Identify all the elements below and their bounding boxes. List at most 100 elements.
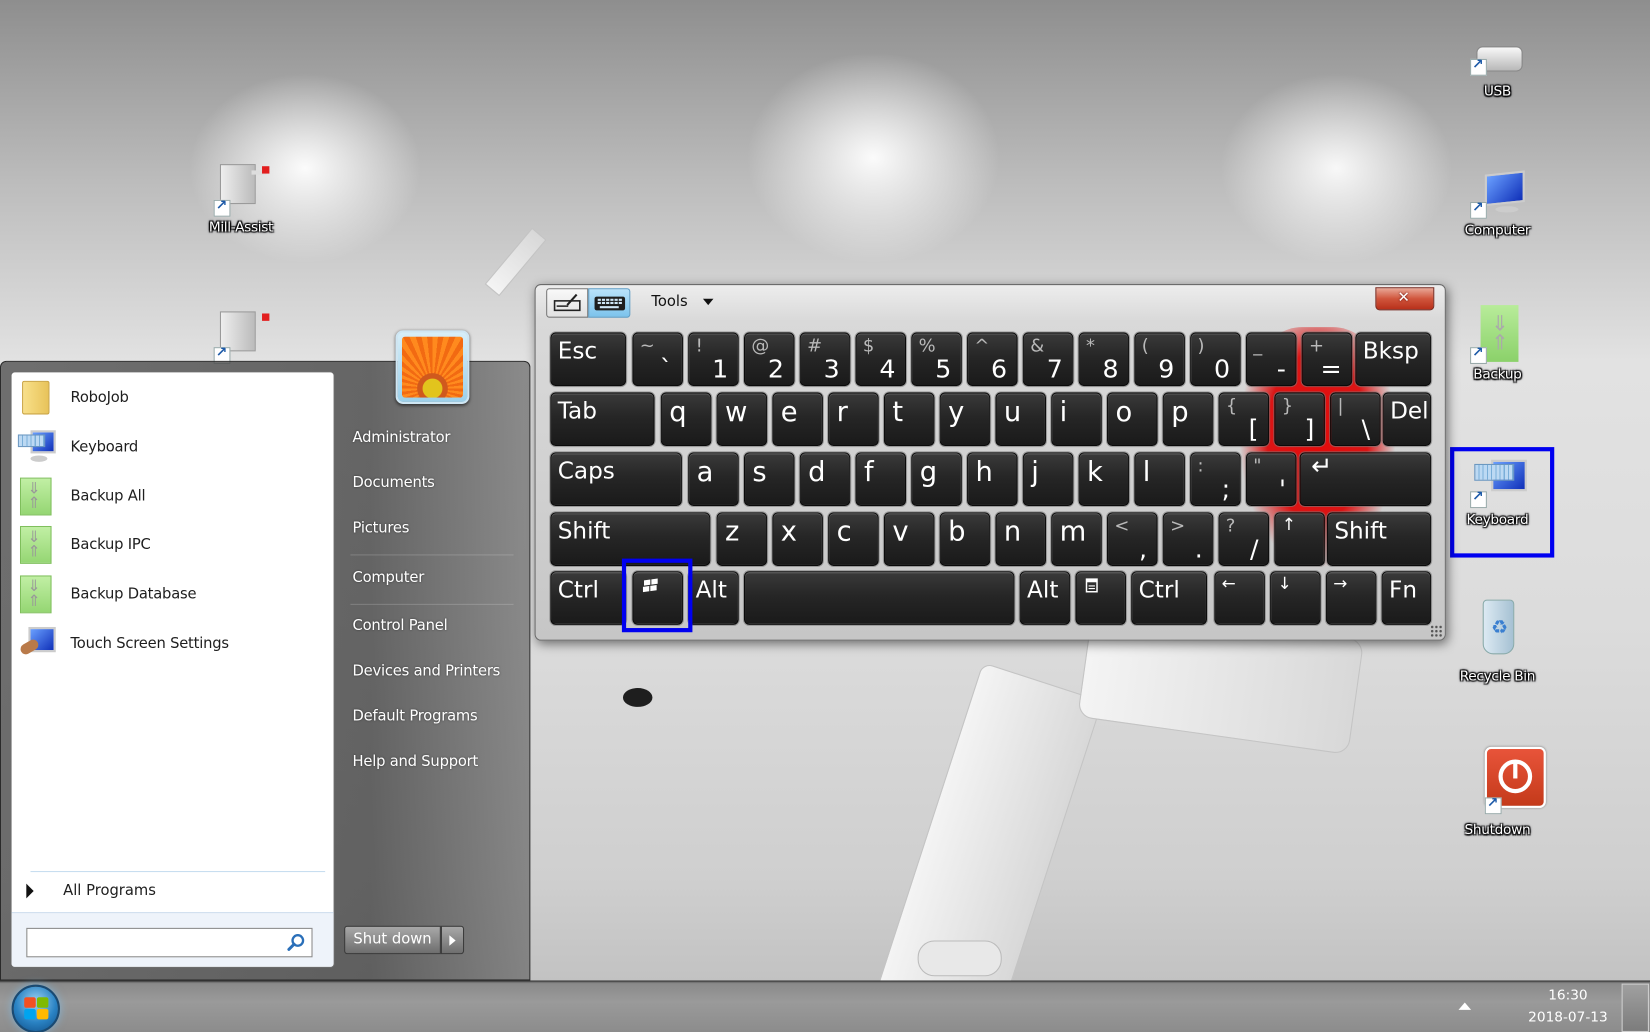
show-desktop-button[interactable]	[1621, 983, 1649, 1032]
key-z[interactable]: z	[716, 512, 768, 566]
key-1[interactable]: ! 1	[688, 332, 739, 387]
key-i[interactable]: i	[1051, 392, 1102, 447]
key-q[interactable]: q	[660, 392, 712, 447]
key-ctrl[interactable]: Ctrl	[1131, 571, 1207, 625]
start-menu-link-administrator[interactable]: Administrator	[353, 429, 451, 446]
key-esc[interactable]: Esc	[550, 332, 627, 387]
close-button[interactable]	[1375, 287, 1435, 311]
start-menu-item-keyboard[interactable]: Keyboard	[17, 424, 329, 470]
desktop-icon-shutdown[interactable]: Shutdown	[1450, 745, 1546, 838]
key-w[interactable]: w	[716, 392, 768, 447]
key-3[interactable]: #3	[799, 332, 851, 387]
shut-down-options-button[interactable]	[440, 925, 465, 955]
start-menu-link-devices-and-printers[interactable]: Devices and Printers	[353, 663, 501, 680]
key-minus[interactable]: _ -	[1245, 332, 1297, 387]
key-r[interactable]: r	[828, 392, 879, 447]
tools-menu[interactable]: Tools	[651, 294, 713, 310]
key-left-bracket[interactable]: {[	[1218, 392, 1270, 447]
start-menu-item-touch-screen-settings[interactable]: Touch Screen Settings	[18, 621, 329, 667]
key-u[interactable]: u	[995, 392, 1046, 447]
key-space[interactable]	[743, 571, 1015, 625]
key-s[interactable]: s	[743, 452, 795, 507]
key-alt[interactable]: Alt	[1019, 571, 1071, 625]
key-o[interactable]: o	[1107, 392, 1158, 447]
start-menu-item-robojob[interactable]: RoboJob	[18, 375, 329, 421]
clock-date[interactable]: 2018-07-13	[1523, 1010, 1613, 1026]
key-x[interactable]: x	[772, 512, 823, 566]
key-backslash[interactable]: | \	[1330, 392, 1381, 447]
key-n[interactable]: n	[995, 512, 1046, 566]
key-slash[interactable]: ? /	[1218, 512, 1270, 566]
key-shift[interactable]: Shift	[1326, 512, 1432, 566]
resize-grip[interactable]	[1430, 624, 1443, 638]
key-menu[interactable]	[1075, 571, 1126, 625]
desktop-icon-usb[interactable]: USB	[1450, 38, 1545, 100]
search-icon[interactable]	[286, 933, 305, 952]
key-b[interactable]: b	[939, 512, 991, 566]
key-m[interactable]: m	[1051, 512, 1102, 566]
start-menu-item-backup-database[interactable]: ⇓ ⇑ Backup Database	[18, 571, 329, 617]
pen-input-mode-button[interactable]	[546, 288, 589, 318]
key-a[interactable]: a	[688, 452, 739, 507]
key-2[interactable]: @2	[743, 332, 795, 387]
key-tab[interactable]: Tab	[550, 392, 655, 447]
key-k[interactable]: k	[1078, 452, 1130, 507]
start-menu-link-documents[interactable]: Documents	[353, 474, 435, 491]
key-j[interactable]: j	[1022, 452, 1074, 507]
key-v[interactable]: v	[883, 512, 935, 566]
key-caps[interactable]: Caps	[550, 452, 682, 507]
start-menu-item-backup-all[interactable]: ⇓ ⇑ Backup All	[18, 473, 329, 519]
start-menu-link-help-and-support[interactable]: Help and Support	[353, 753, 479, 770]
key-0[interactable]: ) 0	[1190, 332, 1241, 387]
start-menu-link-pictures[interactable]: Pictures	[353, 520, 410, 537]
keyboard-mode-button[interactable]	[588, 288, 631, 318]
key-5[interactable]: % 5	[911, 332, 962, 387]
key-equals[interactable]: + =	[1301, 332, 1353, 387]
show-hidden-icons-button[interactable]	[1458, 1002, 1472, 1010]
key-semicolon[interactable]: :;	[1190, 452, 1241, 507]
key-left[interactable]: ←	[1214, 571, 1265, 625]
key-e[interactable]: e	[772, 392, 823, 447]
key-6[interactable]: ^ 6	[967, 332, 1018, 387]
key-g[interactable]: g	[911, 452, 962, 507]
desktop-icon-backup[interactable]: ⇓⇑ Backup	[1450, 305, 1545, 383]
key-fn[interactable]: Fn	[1381, 571, 1432, 625]
key-del[interactable]: Del	[1382, 392, 1432, 447]
desktop-icon-robot-cell[interactable]	[194, 305, 289, 364]
key-p[interactable]: p	[1162, 392, 1214, 447]
key-7[interactable]: & 7	[1022, 332, 1074, 387]
key-up[interactable]: ↑	[1274, 512, 1325, 566]
key-d[interactable]: d	[799, 452, 851, 507]
desktop-icon-recycle-bin[interactable]: ♻ Recycle Bin	[1450, 598, 1545, 685]
key-backtick[interactable]: ~ `	[632, 332, 683, 387]
shut-down-button[interactable]: Shut down	[344, 925, 441, 955]
key-c[interactable]: c	[828, 512, 879, 566]
user-avatar[interactable]	[395, 330, 470, 404]
key-alt[interactable]: Alt	[688, 571, 739, 625]
desktop-icon-computer[interactable]: Computer	[1450, 168, 1545, 239]
key-bksp[interactable]: Bksp	[1355, 332, 1432, 387]
start-menu-link-control-panel[interactable]: Control Panel	[353, 618, 448, 635]
key-f[interactable]: f	[855, 452, 907, 507]
start-menu-link-computer[interactable]: Computer	[353, 569, 425, 586]
key-l[interactable]: l	[1134, 452, 1185, 507]
key-y[interactable]: y	[939, 392, 991, 447]
key-t[interactable]: t	[883, 392, 935, 447]
key-quote[interactable]: " '	[1245, 452, 1297, 507]
start-button[interactable]	[11, 984, 60, 1032]
key-enter[interactable]: ↵	[1299, 451, 1432, 507]
key-4[interactable]: $4	[855, 332, 907, 387]
key-9[interactable]: (9	[1134, 332, 1185, 387]
key-comma[interactable]: <,	[1107, 512, 1158, 566]
start-menu-item-backup-ipc[interactable]: ⇓ ⇑ Backup IPC	[18, 522, 329, 568]
search-input[interactable]	[31, 929, 285, 956]
all-programs-button[interactable]: All Programs	[22, 877, 327, 904]
desktop-icon-mill-assist[interactable]: Mill-Assist	[194, 158, 289, 236]
key-h[interactable]: h	[967, 452, 1018, 507]
key-right-bracket[interactable]: }]	[1274, 392, 1325, 447]
key-down[interactable]: ↓	[1270, 571, 1321, 625]
key-8[interactable]: * 8	[1078, 332, 1130, 387]
key-period[interactable]: >.	[1162, 512, 1214, 566]
clock-time[interactable]: 16:30	[1531, 988, 1605, 1004]
key-right[interactable]: →	[1325, 571, 1377, 625]
